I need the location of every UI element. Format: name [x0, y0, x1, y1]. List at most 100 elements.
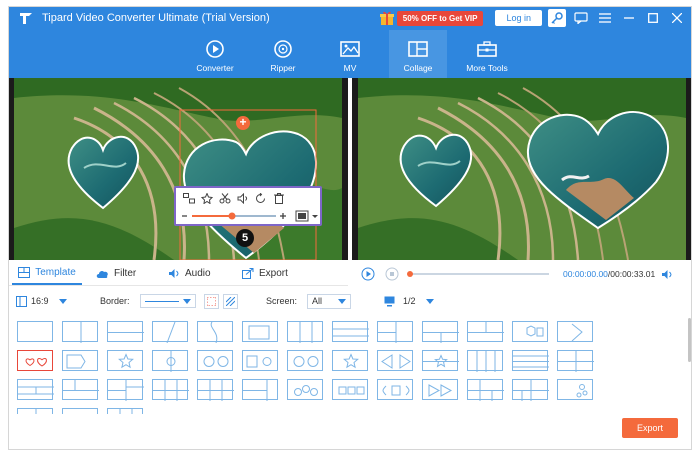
- collage-editor-preview[interactable]: [8, 78, 348, 260]
- collage-template[interactable]: [332, 379, 368, 400]
- collage-template[interactable]: [377, 379, 413, 400]
- collage-template[interactable]: [422, 321, 459, 343]
- nav-mv[interactable]: MV: [321, 30, 379, 78]
- collage-template[interactable]: [377, 350, 413, 371]
- rotate-icon[interactable]: [254, 192, 268, 204]
- tab-template[interactable]: Template: [12, 262, 82, 285]
- close-icon[interactable]: [668, 9, 686, 27]
- promo-button[interactable]: 50% OFF to Get VIP: [379, 10, 484, 26]
- collage-template[interactable]: [107, 408, 143, 414]
- collage-template[interactable]: [62, 379, 99, 400]
- menu-icon[interactable]: [596, 9, 614, 27]
- cut-icon[interactable]: [218, 192, 232, 204]
- zoom-slider[interactable]: [180, 210, 318, 222]
- border-control: Border:: [100, 292, 238, 310]
- aspect-ratio-select[interactable]: 16:9: [16, 292, 67, 310]
- collage-template[interactable]: [107, 379, 144, 401]
- preview-canvas: [358, 78, 686, 260]
- collage-template[interactable]: [422, 379, 458, 400]
- collage-template[interactable]: [467, 350, 503, 372]
- collage-template[interactable]: [287, 321, 323, 343]
- swap-icon[interactable]: [182, 192, 196, 204]
- screen-select[interactable]: All: [307, 293, 352, 309]
- chevron-down-icon: [338, 298, 347, 304]
- playback-progress[interactable]: [407, 269, 549, 279]
- volume-icon[interactable]: [661, 269, 673, 280]
- nav-collage-label: Collage: [403, 63, 433, 73]
- play-icon[interactable]: [361, 267, 375, 281]
- collage-template[interactable]: [152, 321, 188, 343]
- add-media-button[interactable]: +: [236, 116, 250, 130]
- collage-template[interactable]: [152, 379, 189, 401]
- collage-template[interactable]: [332, 321, 369, 342]
- screen-value: All: [312, 296, 323, 306]
- collage-template[interactable]: [377, 321, 413, 343]
- collage-template[interactable]: [512, 321, 548, 342]
- maximize-icon[interactable]: [644, 9, 662, 27]
- collage-template[interactable]: [62, 350, 98, 371]
- collage-template[interactable]: [197, 350, 233, 371]
- collage-canvas[interactable]: [14, 78, 342, 260]
- progress-knob[interactable]: [407, 271, 413, 277]
- border-pattern-button[interactable]: [222, 293, 238, 309]
- delete-icon[interactable]: [272, 192, 286, 204]
- collage-template[interactable]: [17, 321, 53, 342]
- collage-template[interactable]: [557, 379, 593, 400]
- collage-template[interactable]: [332, 350, 368, 371]
- collage-template[interactable]: [242, 350, 278, 371]
- minimize-icon[interactable]: [620, 9, 638, 27]
- volume-icon[interactable]: [236, 192, 250, 204]
- screen-label: Screen:: [266, 296, 298, 306]
- nav-ripper[interactable]: Ripper: [254, 30, 312, 78]
- collage-template[interactable]: [17, 408, 53, 414]
- collage-template[interactable]: [62, 408, 98, 414]
- collage-template[interactable]: [287, 379, 323, 400]
- collage-template[interactable]: [557, 350, 594, 372]
- page-select[interactable]: 1/2: [384, 292, 434, 310]
- stop-icon[interactable]: [385, 267, 399, 281]
- tab-export[interactable]: Export: [242, 262, 288, 285]
- collage-template[interactable]: [512, 350, 549, 371]
- login-button[interactable]: Log in: [495, 10, 542, 26]
- nav-more-tools[interactable]: More Tools: [456, 30, 518, 78]
- layout-icon: [16, 295, 27, 307]
- collage-template[interactable]: [107, 350, 143, 371]
- key-icon[interactable]: [548, 9, 566, 27]
- collage-template[interactable]: [197, 379, 234, 401]
- tab-filter[interactable]: Filter: [96, 262, 136, 285]
- collage-template[interactable]: [17, 379, 54, 400]
- tab-audio[interactable]: Audio: [168, 262, 211, 285]
- collage-template[interactable]: [467, 379, 504, 401]
- converter-icon: [206, 40, 224, 58]
- chevron-down-icon: [182, 298, 191, 304]
- collage-template-selected[interactable]: [17, 350, 53, 371]
- nav-more-tools-label: More Tools: [466, 63, 508, 73]
- screen-control: Screen: All: [266, 292, 352, 310]
- nav-collage[interactable]: Collage: [389, 30, 447, 78]
- edit-toolbar: [174, 186, 322, 226]
- collage-template[interactable]: [62, 321, 98, 343]
- collage-template[interactable]: [287, 350, 323, 371]
- gift-icon: [379, 11, 394, 25]
- effect-icon[interactable]: [200, 192, 214, 204]
- border-color-button[interactable]: [203, 293, 219, 309]
- collage-template[interactable]: [197, 321, 233, 343]
- border-style-select[interactable]: [139, 294, 196, 308]
- collage-template[interactable]: [422, 350, 459, 371]
- feedback-icon[interactable]: [572, 9, 590, 27]
- app-title: Tipard Video Converter Ultimate (Trial V…: [42, 12, 270, 24]
- collage-template[interactable]: [152, 350, 188, 372]
- export-button[interactable]: Export: [622, 418, 678, 438]
- collage-template[interactable]: [242, 379, 278, 401]
- collage-template[interactable]: [107, 321, 144, 342]
- collage-template[interactable]: [557, 321, 593, 342]
- chevron-down-icon: [58, 298, 67, 304]
- playback-bar: 00:00:00.00 /00:00:33.01: [352, 262, 692, 286]
- collage-icon: [408, 41, 428, 57]
- collage-template[interactable]: [467, 321, 504, 342]
- collage-template[interactable]: [512, 379, 549, 401]
- ripper-icon: [274, 40, 292, 58]
- nav-converter[interactable]: Converter: [186, 30, 244, 78]
- collage-template[interactable]: [242, 321, 278, 342]
- template-scrollbar[interactable]: [688, 318, 691, 362]
